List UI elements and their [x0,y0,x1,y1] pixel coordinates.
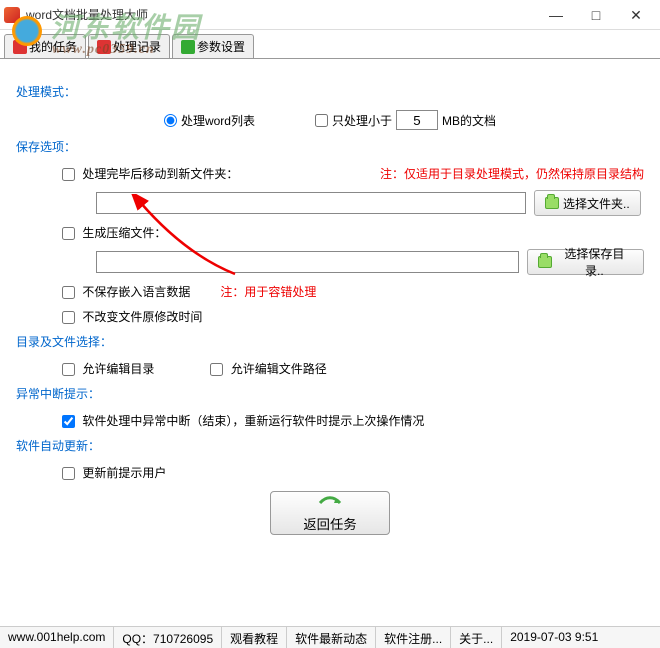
section-err: 异常中断提示： [16,385,644,402]
status-news[interactable]: 软件最新动态 [287,627,376,648]
maximize-button[interactable]: □ [576,1,616,29]
button-label: 选择文件夹.. [563,195,630,212]
return-arrow-icon [318,494,342,512]
section-mode: 处理模式： [16,83,644,100]
size-input[interactable] [396,110,438,130]
choose-save-dir-button[interactable]: 选择保存目录.. [527,249,644,275]
checkbox-label: 生成压缩文件： [82,226,166,240]
tab-settings[interactable]: 参数设置 [172,34,254,58]
status-tutorial[interactable]: 观看教程 [222,627,287,648]
move-path-input[interactable] [96,192,526,214]
checkbox-keep-mtime-input[interactable] [62,311,75,324]
checkbox-resume-prompt[interactable]: 软件处理中异常中断（结束），重新运行软件时提示上次操作情况 [62,412,424,429]
status-datetime: 2019-07-03 9:51 [502,627,660,648]
minimize-button[interactable]: — [536,1,576,29]
checkbox-no-lang-input[interactable] [62,286,75,299]
radio-process-list-input[interactable] [164,114,177,127]
status-register[interactable]: 软件注册... [376,627,451,648]
logs-icon [97,40,111,54]
tab-logs[interactable]: 处理记录 [88,34,170,58]
checkbox-zip[interactable]: 生成压缩文件： [62,224,166,241]
button-label: 选择保存目录.. [556,245,633,279]
checkbox-no-lang[interactable]: 不保存嵌入语言数据 [62,283,190,300]
tab-my-tasks[interactable]: 我的任务 [4,34,86,58]
nolang-note: 注：用于容错处理 [220,283,316,300]
checkbox-label: 不保存嵌入语言数据 [82,285,190,299]
checkbox-label: 更新前提示用户 [82,466,166,480]
size-suffix: MB的文档 [442,112,496,129]
folder-icon [545,197,559,209]
checkbox-size-limit-input[interactable] [315,114,328,127]
radio-label: 处理word列表 [181,112,255,129]
zip-path-input[interactable] [96,251,519,273]
checkbox-label: 不改变文件原修改时间 [82,310,202,324]
move-note: 注：仅适用于目录处理模式，仍然保持原目录结构 [380,165,644,182]
checkbox-label: 软件处理中异常中断（结束），重新运行软件时提示上次操作情况 [82,414,424,428]
checkbox-edit-path[interactable]: 允许编辑文件路径 [210,360,326,377]
return-button[interactable]: 返回任务 [270,491,390,535]
choose-folder-button[interactable]: 选择文件夹.. [534,190,641,216]
radio-process-list[interactable]: 处理word列表 [164,112,255,129]
checkbox-label: 允许编辑目录 [82,362,154,376]
button-label: 返回任务 [303,514,356,533]
section-update: 软件自动更新： [16,437,644,454]
status-qq[interactable]: QQ：710726095 [114,627,222,648]
checkbox-zip-input[interactable] [62,227,75,240]
status-website[interactable]: www.001help.com [0,627,114,648]
checkbox-keep-mtime[interactable]: 不改变文件原修改时间 [62,308,202,325]
checkbox-edit-path-input[interactable] [210,363,223,376]
checkbox-label: 只处理小于 [332,112,392,129]
close-button[interactable]: ✕ [616,1,656,29]
tab-bar: 我的任务 处理记录 参数设置 [0,30,660,59]
tab-label: 我的任务 [29,38,77,55]
settings-icon [181,40,195,54]
status-about[interactable]: 关于... [451,627,502,648]
checkbox-label: 处理完毕后移动到新文件夹： [82,167,238,181]
titlebar: word文档批量处理大师 — □ ✕ [0,0,660,30]
status-bar: www.001help.com QQ：710726095 观看教程 软件最新动态… [0,626,660,648]
checkbox-edit-dir-input[interactable] [62,363,75,376]
checkbox-update-prompt-input[interactable] [62,467,75,480]
tab-label: 处理记录 [113,38,161,55]
section-dir: 目录及文件选择： [16,333,644,350]
section-save: 保存选项： [16,138,644,155]
checkbox-move-after[interactable]: 处理完毕后移动到新文件夹： [62,165,238,182]
checkbox-update-prompt[interactable]: 更新前提示用户 [62,464,166,481]
checkbox-label: 允许编辑文件路径 [231,362,327,376]
checkbox-edit-dir[interactable]: 允许编辑目录 [62,360,154,377]
window-title: word文档批量处理大师 [26,6,536,23]
content-area: 处理模式： 处理word列表 只处理小于 MB的文档 保存选项： 处理完毕后移动… [0,59,660,543]
tasks-icon [13,40,27,54]
checkbox-resume-prompt-input[interactable] [62,415,75,428]
tab-label: 参数设置 [197,38,245,55]
checkbox-move-after-input[interactable] [62,168,75,181]
folder-icon [538,256,552,268]
checkbox-size-limit[interactable]: 只处理小于 MB的文档 [315,110,496,130]
app-icon [4,7,20,23]
